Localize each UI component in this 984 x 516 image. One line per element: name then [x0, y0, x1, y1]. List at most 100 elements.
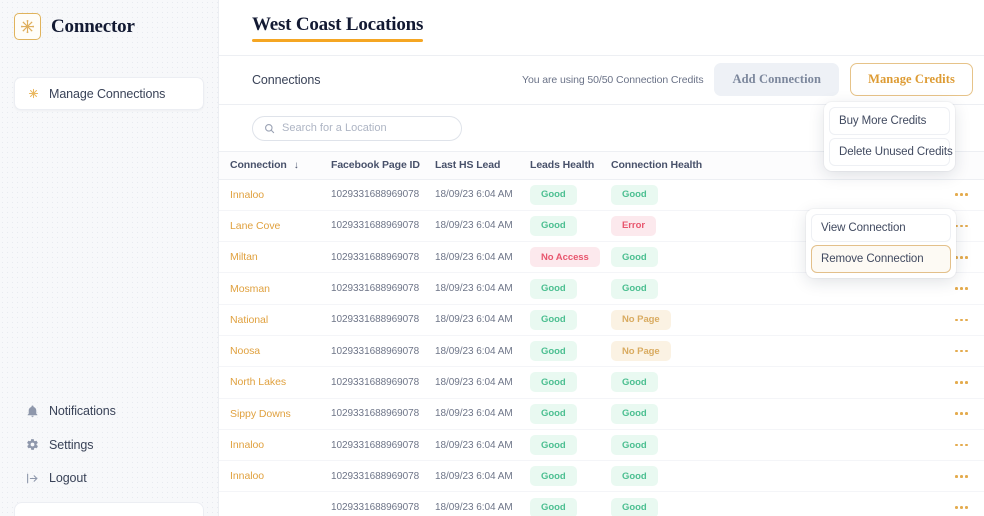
last-hs-lead: 18/09/23 6:04 AM	[435, 251, 513, 263]
connection-name[interactable]: Sippy Downs	[230, 408, 291, 420]
logout-icon	[26, 472, 39, 485]
sidebar-item-label: Notifications	[49, 404, 116, 418]
last-hs-lead: 18/09/23 6:04 AM	[435, 314, 513, 326]
ellipsis-icon[interactable]	[955, 287, 968, 290]
page-title: West Coast Locations	[252, 14, 424, 35]
connection-name[interactable]: National	[230, 314, 268, 326]
search-icon	[264, 123, 275, 134]
connection-health-badge: Good	[611, 497, 658, 516]
facebook-page-id: 1029331688969078	[331, 470, 420, 482]
leads-health-badge: Good	[530, 466, 577, 487]
credits-usage-text: You are using 50/50 Connection Credits	[522, 73, 704, 86]
leads-health-badge: No Access	[530, 247, 600, 268]
leads-health-badge: Good	[530, 341, 577, 362]
sidebar-item-manage-connections[interactable]: Manage Connections	[14, 77, 204, 110]
leads-health-badge: Good	[530, 278, 577, 299]
facebook-page-id: 1029331688969078	[331, 220, 420, 232]
sidebar: Connector Manage Connections Notificatio…	[0, 0, 219, 516]
ellipsis-icon[interactable]	[955, 475, 968, 478]
connection-health-badge: No Page	[611, 341, 671, 362]
sort-descending-icon: ↓	[293, 159, 299, 171]
menu-item-buy-more-credits[interactable]: Buy More Credits	[829, 107, 950, 135]
table-row[interactable]: North Lakes 1029331688969078 18/09/23 6:04…	[219, 367, 984, 399]
brand: Connector	[0, 0, 218, 40]
connection-health-badge: Good	[611, 403, 658, 424]
leads-health-badge: Good	[530, 497, 577, 516]
facebook-page-id: 1029331688969078	[331, 408, 420, 420]
connection-health-badge: Good	[611, 247, 658, 268]
brand-name: Connector	[51, 15, 135, 37]
leads-health-badge: Good	[530, 403, 577, 424]
connection-name[interactable]: Noosa	[230, 345, 260, 357]
last-hs-lead: 18/09/23 6:04 AM	[435, 345, 513, 357]
sidebar-item-label: Manage Connections	[49, 86, 166, 101]
table-row[interactable]: 1029331688969078 18/09/23 6:04 AM Good Good	[219, 492, 984, 516]
last-hs-lead: 18/09/23 6:04 AM	[435, 439, 513, 451]
leads-health-badge: Good	[530, 372, 577, 393]
leads-health-badge: Good	[530, 184, 577, 205]
sidebar-item-logout[interactable]: Logout	[26, 471, 116, 485]
connection-health-badge: Good	[611, 372, 658, 393]
connection-name[interactable]: Mosman	[230, 283, 270, 295]
connection-name[interactable]: Miltan	[230, 251, 258, 263]
column-header-leads-health: Leads Health	[530, 159, 595, 171]
menu-item-delete-unused-credits[interactable]: Delete Unused Credits	[829, 138, 953, 166]
ellipsis-icon[interactable]	[955, 506, 968, 509]
hub-network-icon	[14, 13, 41, 40]
gear-icon	[26, 438, 39, 451]
table-row[interactable]: Innaloo 1029331688969078 18/09/23 6:04 AM G…	[219, 180, 984, 211]
ellipsis-icon[interactable]	[955, 412, 968, 416]
table-row[interactable]: Noosa 1029331688969078 18/09/23 6:04 AM Goo…	[219, 336, 984, 368]
facebook-page-id: 1029331688969078	[331, 376, 420, 388]
connection-name[interactable]: Innaloo	[230, 470, 264, 482]
main-content: West Coast Locations Connections You are…	[219, 0, 984, 516]
ellipsis-icon[interactable]	[955, 255, 968, 259]
page-header: West Coast Locations	[219, 0, 984, 42]
title-underline	[252, 39, 423, 42]
table-row[interactable]: Innaloo 1029331688969078 18/09/23 6:04 AM G…	[219, 461, 984, 493]
table-row[interactable]: Mosman 1029331688969078 18/09/23 6:04 AM Go…	[219, 273, 984, 305]
connection-name[interactable]: North Lakes	[230, 376, 286, 388]
sidebar-footer-card	[14, 502, 204, 516]
ellipsis-icon[interactable]	[955, 224, 968, 228]
last-hs-lead: 18/09/23 6:04 AM	[435, 189, 513, 201]
ellipsis-icon[interactable]	[955, 349, 968, 353]
facebook-page-id: 1029331688969078	[331, 345, 420, 357]
last-hs-lead: 18/09/23 6:04 AM	[435, 502, 513, 514]
connection-name[interactable]: Innaloo	[230, 439, 264, 451]
table-row[interactable]: Innaloo 1029331688969078 18/09/23 6:04 AM G…	[219, 430, 984, 462]
manage-credits-dropdown: Buy More Credits Delete Unused Credits	[824, 102, 955, 171]
toolbar-section-label: Connections	[252, 72, 321, 87]
toolbar: Connections You are using 50/50 Connecti…	[219, 56, 984, 104]
connection-name[interactable]: Lane Cove	[230, 220, 280, 232]
table-row[interactable]: National 1029331688969078 18/09/23 6:04 AM…	[219, 305, 984, 336]
column-header-connection[interactable]: Connection ↓	[219, 159, 331, 171]
last-hs-lead: 18/09/23 6:04 AM	[435, 470, 513, 482]
ellipsis-icon[interactable]	[955, 381, 968, 384]
menu-item-remove-connection[interactable]: Remove Connection	[811, 245, 951, 273]
sidebar-item-notifications[interactable]: Notifications	[26, 404, 116, 418]
search-input[interactable]	[282, 122, 450, 134]
ellipsis-icon[interactable]	[955, 318, 968, 322]
add-connection-button[interactable]: Add Connection	[714, 63, 840, 96]
leads-health-badge: Good	[530, 435, 577, 456]
last-hs-lead: 18/09/23 6:04 AM	[435, 283, 513, 295]
facebook-page-id: 1029331688969078	[331, 314, 420, 326]
table-row[interactable]: Sippy Downs 1029331688969078 18/09/23 6:04…	[219, 399, 984, 430]
connection-health-badge: Good	[611, 435, 658, 456]
leads-health-badge: Good	[530, 215, 577, 236]
sidebar-bottom-nav: Notifications Settings Logout	[26, 404, 116, 485]
menu-item-view-connection[interactable]: View Connection	[811, 214, 951, 242]
column-header-connection-health: Connection Health	[611, 159, 703, 171]
bell-icon	[26, 405, 39, 418]
last-hs-lead: 18/09/23 6:04 AM	[435, 408, 513, 420]
leads-health-badge: Good	[530, 309, 577, 330]
manage-credits-button[interactable]: Manage Credits	[850, 63, 973, 96]
sidebar-item-settings[interactable]: Settings	[26, 438, 116, 452]
search-box[interactable]	[252, 115, 462, 141]
facebook-page-id: 1029331688969078	[331, 502, 420, 514]
ellipsis-icon[interactable]	[955, 443, 968, 447]
facebook-page-id: 1029331688969078	[331, 439, 420, 451]
ellipsis-icon[interactable]	[955, 193, 968, 196]
connection-name[interactable]: Innaloo	[230, 189, 264, 201]
